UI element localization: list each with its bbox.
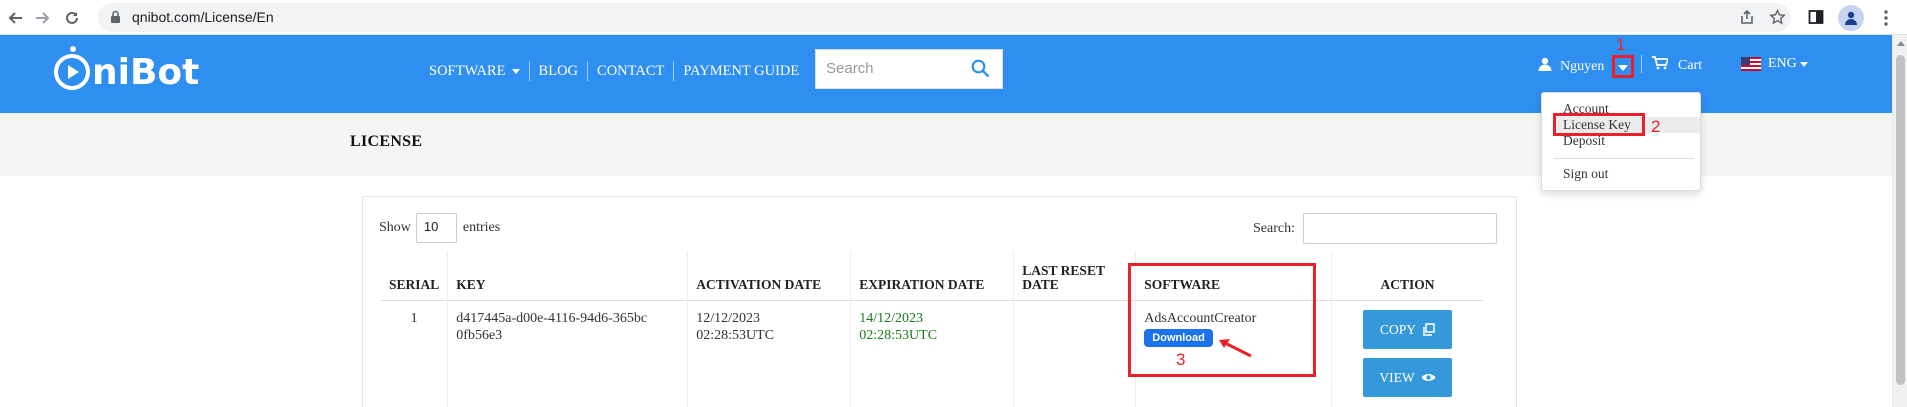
- profile-avatar[interactable]: [1838, 5, 1864, 31]
- cell-last-reset-date: [1013, 299, 1137, 407]
- highlight-box-step2: [1553, 113, 1645, 136]
- forward-arrow-icon[interactable]: [30, 6, 54, 30]
- nav-software-label: SOFTWARE: [429, 63, 506, 79]
- cart-link[interactable]: Cart: [1652, 56, 1702, 75]
- cell-serial: 1: [381, 299, 449, 407]
- lock-icon[interactable]: [110, 10, 121, 29]
- side-panel-icon[interactable]: [1806, 7, 1826, 27]
- cart-icon: [1652, 56, 1670, 75]
- scrollbar-thumb[interactable]: [1896, 55, 1905, 385]
- copy-icon: [1423, 322, 1435, 336]
- language-label: ENG: [1768, 56, 1797, 71]
- search-icon[interactable]: [971, 59, 990, 83]
- cell-key: d417445a-d00e-4116-94d6-365bc0fb56e3: [447, 299, 689, 407]
- table-filter: Search:: [1253, 213, 1497, 244]
- view-button[interactable]: VIEW: [1363, 357, 1453, 397]
- nav-contact[interactable]: CONTACT: [588, 61, 675, 81]
- annotation-step3: 3: [1176, 350, 1186, 369]
- expiration-time: 02:28:53UTC: [859, 327, 938, 343]
- share-icon[interactable]: [1737, 7, 1757, 27]
- robot-logo-icon: [54, 46, 90, 90]
- caret-down-icon: [511, 69, 520, 75]
- col-serial[interactable]: SERIAL: [381, 251, 449, 300]
- bookmark-star-icon[interactable]: [1767, 7, 1787, 27]
- page-scrollbar[interactable]: [1892, 35, 1907, 407]
- header-divider: [1641, 55, 1642, 73]
- col-last-reset-date[interactable]: LAST RESET DATE: [1013, 251, 1137, 300]
- nav-software[interactable]: SOFTWARE: [421, 61, 530, 81]
- scroll-up-icon[interactable]: [1897, 41, 1905, 46]
- browser-menu-icon[interactable]: [1876, 8, 1896, 28]
- language-selector[interactable]: ENG: [1741, 56, 1808, 72]
- annotation-arrow-icon: [1219, 339, 1252, 358]
- annotation-step1: 1: [1616, 35, 1626, 54]
- user-icon: [1538, 57, 1552, 76]
- entries-label: entries: [462, 220, 501, 235]
- cart-label: Cart: [1678, 57, 1703, 73]
- col-expiration-date[interactable]: EXPIRATION DATE: [850, 251, 1015, 300]
- logo-text: niBot: [92, 51, 200, 93]
- col-action[interactable]: ACTION: [1332, 251, 1483, 300]
- nav-payment-guide[interactable]: PAYMENT GUIDE: [674, 61, 808, 81]
- url-text: qnibot.com/License/En: [132, 9, 274, 25]
- highlight-box-step1: [1612, 55, 1634, 78]
- eye-icon: [1421, 373, 1436, 381]
- entries-select[interactable]: 10: [415, 213, 457, 243]
- caret-down-icon: [1799, 61, 1808, 67]
- cell-activation-date: 12/12/2023 02:28:53UTC: [687, 299, 852, 407]
- search-input[interactable]: [826, 60, 966, 77]
- cell-action: COPY VIEW: [1331, 299, 1483, 407]
- col-key[interactable]: KEY: [447, 251, 689, 300]
- user-dropdown-menu: Account License Key Deposit Sign out: [1541, 92, 1701, 191]
- copy-button[interactable]: COPY: [1363, 309, 1453, 349]
- show-label: Show: [379, 220, 411, 235]
- table-search-input[interactable]: [1302, 213, 1497, 244]
- site-search: [815, 49, 1003, 89]
- entries-length-control: Show 10 entries: [379, 213, 500, 243]
- col-activation-date[interactable]: ACTIVATION DATE: [687, 251, 852, 300]
- expiration-date: 14/12/2023: [859, 310, 924, 326]
- menu-divider: [1554, 158, 1694, 159]
- activation-time: 02:28:53UTC: [696, 327, 775, 343]
- user-account-link[interactable]: Nguyen: [1538, 57, 1604, 76]
- user-name: Nguyen: [1560, 58, 1605, 74]
- nav-blog[interactable]: BLOG: [530, 61, 589, 81]
- copy-button-label: COPY: [1380, 321, 1417, 337]
- site-logo[interactable]: niBot: [54, 46, 200, 97]
- license-table: SERIAL KEY ACTIVATION DATE EXPIRATION DA…: [381, 251, 1483, 407]
- page-title: LICENSE: [350, 133, 423, 150]
- menu-item-sign-out[interactable]: Sign out: [1563, 166, 1608, 182]
- table-search-label: Search:: [1253, 220, 1295, 236]
- main-nav: SOFTWARE BLOG CONTACT PAYMENT GUIDE: [421, 61, 808, 81]
- activation-date: 12/12/2023: [696, 310, 761, 326]
- reload-icon[interactable]: [60, 6, 84, 30]
- back-arrow-icon[interactable]: [4, 6, 28, 30]
- annotation-step2: 2: [1651, 117, 1661, 136]
- table-header-row: SERIAL KEY ACTIVATION DATE EXPIRATION DA…: [381, 251, 1483, 300]
- us-flag-icon: [1741, 57, 1761, 71]
- cell-expiration-date: 14/12/2023 02:28:53UTC: [850, 299, 1015, 407]
- browser-toolbar: qnibot.com/License/En: [0, 0, 1907, 35]
- highlight-box-step3: [1128, 263, 1316, 377]
- table-row: 1 d417445a-d00e-4116-94d6-365bc0fb56e3 1…: [381, 299, 1483, 407]
- address-bar[interactable]: qnibot.com/License/En: [98, 3, 1791, 32]
- view-button-label: VIEW: [1379, 369, 1415, 385]
